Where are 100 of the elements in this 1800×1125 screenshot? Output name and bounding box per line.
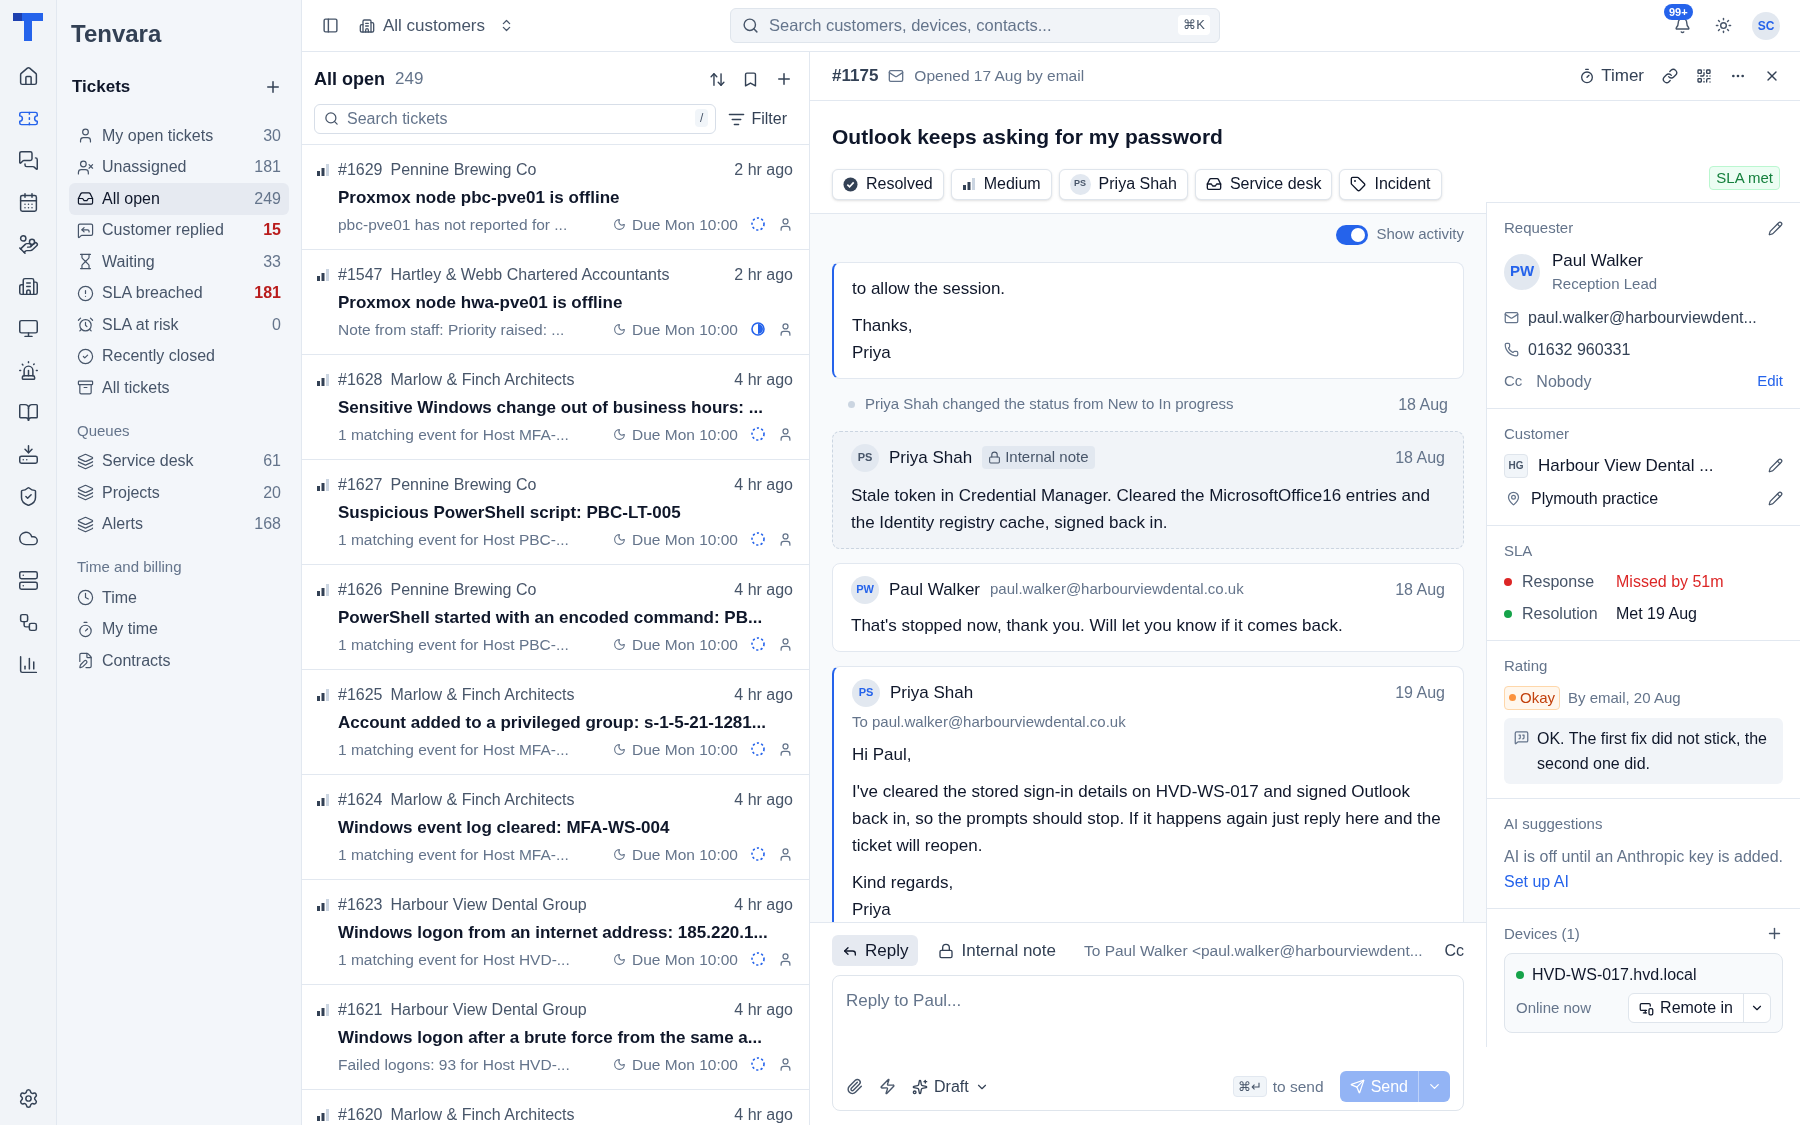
- add-icon[interactable]: [775, 70, 793, 88]
- ticket-row[interactable]: #1628 Marlow & Finch Architects 4 hr ago Sensitive Windows change out of business hours: ... 1 matching event for Host MFA-... Due Mon 10:00: [302, 355, 809, 460]
- sidebar-item[interactable]: My open tickets 30: [69, 120, 289, 152]
- timer-button[interactable]: Timer: [1579, 63, 1644, 89]
- user-icon: [778, 951, 793, 967]
- setup-link[interactable]: Set up AI: [1504, 872, 1569, 890]
- customer-scope-select[interactable]: All customers: [359, 12, 515, 39]
- edit-link[interactable]: Edit: [1757, 370, 1783, 393]
- add-icon[interactable]: [264, 78, 282, 96]
- recipient-line: To Paul Walker <paul.walker@harbourviewdent...: [1084, 940, 1424, 961]
- ticket-row[interactable]: #1547 Hartley & Webb Chartered Accountants 2 hr ago Proxmox node hwa-pve01 is offline Note from staff: Priority raised: ... Due Mon 10:00: [302, 250, 809, 355]
- property-chip[interactable]: Medium: [950, 168, 1052, 200]
- property-chip[interactable]: PS Priya Shah: [1058, 168, 1188, 200]
- sidebar-item[interactable]: Service desk 61: [69, 445, 289, 477]
- ticket-row[interactable]: #1621 Harbour View Dental Group 4 hr ago Windows logon after a brute force from the same a... Failed logons: 93 for Host HVD-... Due Mon 10:00: [302, 985, 809, 1090]
- draft-button[interactable]: Draft: [912, 1074, 989, 1099]
- filter-button[interactable]: Filter: [728, 107, 797, 131]
- lightning-icon[interactable]: [879, 1078, 896, 1095]
- sidebar-toggle-icon[interactable]: [322, 17, 339, 34]
- edit-icon[interactable]: [1768, 491, 1783, 506]
- composer-tab[interactable]: Internal note: [928, 935, 1066, 966]
- sidebar-item[interactable]: Time: [69, 582, 289, 614]
- sla-value: Met 19 Aug: [1616, 604, 1697, 624]
- notification-badge: 99+: [1664, 4, 1693, 20]
- priority-icon: [316, 689, 330, 701]
- attach-icon[interactable]: [846, 1078, 863, 1095]
- ticket-number: #1623: [338, 895, 383, 915]
- moon-icon: [613, 217, 626, 231]
- count-label: 249: [395, 68, 424, 91]
- ticket-row[interactable]: #1625 Marlow & Finch Architects 4 hr ago Account added to a privileged group: s-1-5-21-1281... 1 matching event for Host MFA-... Due Mon 10:00: [302, 670, 809, 775]
- ticket-number: #1625: [338, 685, 383, 705]
- ticket-row[interactable]: #1623 Harbour View Dental Group 4 hr ago Windows logon from an internet address: 185.220.1... 1 matching event for Host HVD-... Due Mon 10:00: [302, 880, 809, 985]
- ticket-time: 4 hr ago: [734, 685, 794, 705]
- cc-button[interactable]: Cc: [1444, 938, 1464, 963]
- sidebar-item[interactable]: SLA at risk 0: [69, 309, 289, 341]
- sidebar-item[interactable]: My time: [69, 613, 289, 645]
- user-avatar[interactable]: SC: [1752, 11, 1780, 40]
- ticket-preview: Note from staff: Priority raised: ...: [338, 319, 566, 340]
- settings-icon[interactable]: [17, 1088, 39, 1109]
- rating-source: By email, 20 Aug: [1568, 687, 1681, 708]
- reply-editor[interactable]: Reply to Paul... Draft ⌘↵ to send Send: [832, 975, 1464, 1111]
- edit-icon[interactable]: [1768, 458, 1783, 474]
- property-chip[interactable]: Incident: [1339, 168, 1442, 200]
- sidebar-item[interactable]: Recently closed: [69, 340, 289, 372]
- sidebar-item[interactable]: Customer replied 15: [69, 214, 289, 246]
- link-icon[interactable]: [1662, 68, 1678, 84]
- ticket-subject: Proxmox node hwa-pve01 is offline: [337, 292, 624, 314]
- sidebar-item[interactable]: All open 249: [69, 183, 289, 215]
- edit-icon[interactable]: [1768, 220, 1783, 236]
- sidebar-item[interactable]: Alerts 168: [69, 508, 289, 540]
- property-chip[interactable]: Resolved: [832, 168, 944, 200]
- qr-code-icon[interactable]: [1696, 68, 1712, 84]
- ticket-row[interactable]: #1626 Pennine Brewing Co 4 hr ago PowerShell started with an encoded command: PB... 1 matching event for Host PBC-... Due Mon 10:00: [302, 565, 809, 670]
- user-icon: [778, 426, 793, 442]
- due-label: Due Mon 10:00: [632, 844, 738, 865]
- property-chip[interactable]: Service desk: [1194, 168, 1333, 200]
- toggle-switch[interactable]: [1336, 224, 1369, 245]
- due-label: Due Mon 10:00: [632, 529, 738, 550]
- ticket-row[interactable]: #1629 Pennine Brewing Co 2 hr ago Proxmox node pbc-pve01 is offline pbc-pve01 has not reported for ... Due Mon 10:00: [302, 145, 809, 250]
- sidebar-item[interactable]: Waiting 33: [69, 246, 289, 278]
- theme-icon[interactable]: [1715, 17, 1732, 34]
- internal-note-badge: Internal note: [982, 446, 1095, 469]
- ticket-time: 4 hr ago: [734, 1000, 794, 1020]
- priority-icon: [316, 794, 330, 806]
- sla-value: Missed by 51m: [1616, 572, 1724, 592]
- ticket-subject: Account added to a privileged group: s-1-5-21-1281...: [337, 712, 767, 734]
- sidebar-item[interactable]: SLA breached 181: [69, 277, 289, 309]
- shortcut-key: ⌘↵: [1232, 1075, 1267, 1098]
- list-title: All open: [314, 67, 385, 91]
- stopwatch-icon: [77, 620, 94, 638]
- pin-icon: [1506, 491, 1521, 506]
- email-text: paul.walker@harbourviewdent...: [1528, 307, 1757, 328]
- moon-icon: [613, 322, 626, 336]
- ticket-row[interactable]: #1620 Marlow & Finch Architects 4 hr ago: [302, 1090, 809, 1125]
- bookmark-icon[interactable]: [742, 70, 759, 88]
- sort-icon[interactable]: [709, 70, 726, 88]
- customer-avatar: HG: [1504, 453, 1528, 478]
- sidebar-item[interactable]: Unassigned 181: [69, 151, 289, 183]
- ticket-time: 2 hr ago: [734, 160, 794, 180]
- phone-icon: [1504, 342, 1519, 357]
- opened-label: Opened 17 Aug by email: [914, 66, 1085, 87]
- panel-heading: Devices (1): [1504, 923, 1580, 944]
- sidebar-item[interactable]: Projects 20: [69, 477, 289, 509]
- sidebar-item[interactable]: All tickets: [69, 372, 289, 404]
- initials-avatar: PW: [1504, 253, 1540, 290]
- ticket-preview: 1 matching event for Host MFA-...: [338, 739, 570, 760]
- panel-heading: Rating: [1504, 656, 1548, 676]
- author-name: Paul Walker: [889, 578, 980, 601]
- customer-name: Pennine Brewing Co: [390, 475, 538, 495]
- remote-screen-icon: [1639, 1000, 1655, 1016]
- customer-name: Harbour View Dental ...: [1538, 455, 1715, 477]
- count-label: 61: [263, 451, 281, 472]
- ticket-row[interactable]: #1624 Marlow & Finch Architects 4 hr ago Windows event log cleared: MFA-WS-004 1 matching event for Host MFA-... Due Mon 10:00: [302, 775, 809, 880]
- ticket-row[interactable]: #1627 Pennine Brewing Co 4 hr ago Suspicious PowerShell script: PBC-LT-005 1 matching event for Host PBC-... Due Mon 10:00: [302, 460, 809, 565]
- user-icon: [778, 741, 793, 757]
- sidebar-item[interactable]: Contracts: [69, 645, 289, 677]
- mail-icon: [1504, 310, 1519, 325]
- section-title: Tickets: [72, 76, 131, 99]
- notifications-icon[interactable]: [1674, 17, 1691, 34]
- composer-tab[interactable]: Reply: [832, 935, 919, 966]
